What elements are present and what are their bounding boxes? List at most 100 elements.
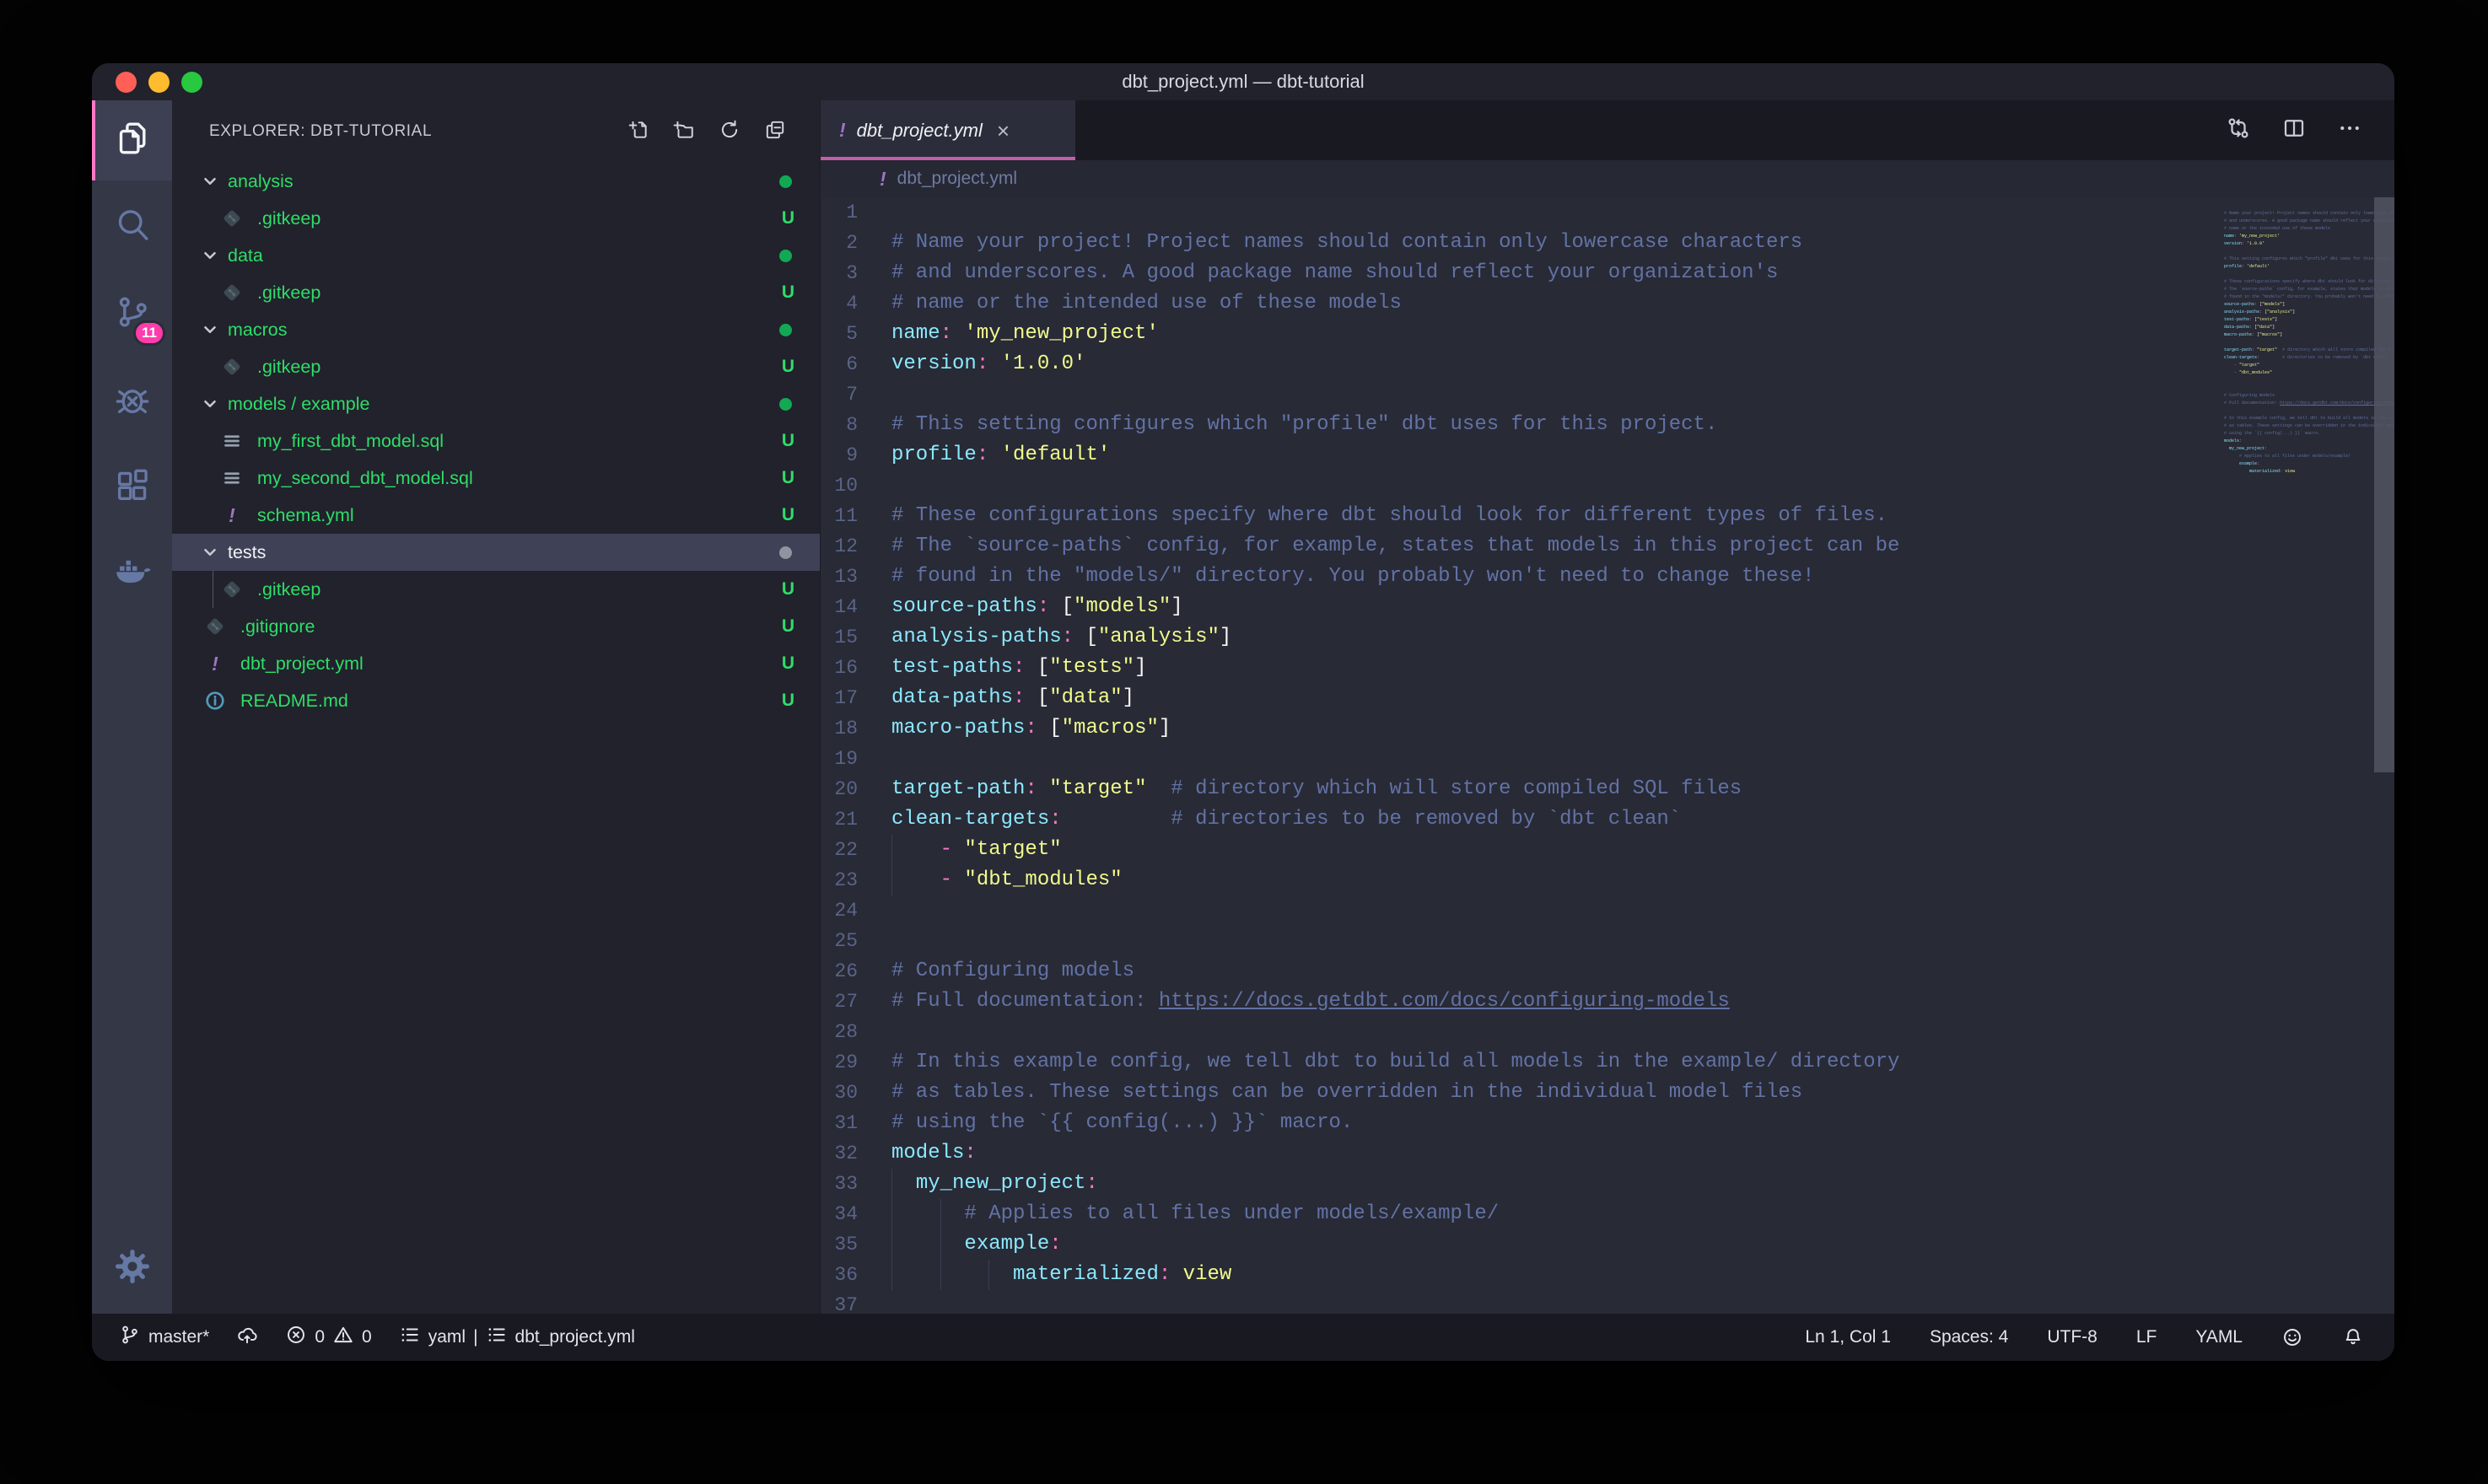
- breadcrumb-file[interactable]: dbt_project.yml: [897, 169, 1017, 189]
- git-branch-item[interactable]: master*: [119, 1324, 209, 1351]
- git-untracked-badge: U: [782, 579, 794, 600]
- tree-item--gitkeep[interactable]: .gitkeepU: [172, 274, 820, 311]
- tree-item-my-second-dbt-model-sql[interactable]: my_second_dbt_model.sqlU: [172, 460, 820, 497]
- line-number: 31: [821, 1108, 858, 1138]
- chevron-down-icon: [201, 395, 221, 413]
- tree-item-label: dbt_project.yml: [240, 653, 782, 675]
- git-untracked-badge: U: [782, 357, 794, 377]
- open-changes-icon[interactable]: [2226, 116, 2251, 145]
- tree-item-readme-md[interactable]: README.mdU: [172, 682, 820, 719]
- code-line-30: 30# as tables. These settings can be ove…: [821, 1078, 2170, 1108]
- tree-item-label: macros: [228, 320, 779, 341]
- cursor-position-item[interactable]: Ln 1, Col 1: [1805, 1327, 1891, 1347]
- tree-item--gitkeep[interactable]: .gitkeepU: [172, 200, 820, 237]
- language-mode-item[interactable]: YAML: [2195, 1327, 2243, 1347]
- notifications-bell-icon[interactable]: [2342, 1326, 2364, 1348]
- indentation-item[interactable]: Spaces: 4: [1930, 1327, 2008, 1347]
- code-editor[interactable]: 12# Name your project! Project names sho…: [821, 197, 2394, 1314]
- activity-extensions-button[interactable]: [92, 448, 172, 528]
- code-line-9: profile: 'default': [2190, 263, 2371, 271]
- folder-changes-dot: [779, 324, 792, 336]
- code-line-31: 31# using the `{{ config(...) }}` macro.: [821, 1108, 2170, 1138]
- more-actions-icon[interactable]: [2337, 116, 2362, 145]
- git-untracked-badge: U: [782, 431, 794, 451]
- code-line-3: # and underscores. A good package name s…: [2190, 218, 2371, 225]
- activity-settings-button[interactable]: [92, 1229, 172, 1309]
- breadcrumb[interactable]: ! dbt_project.yml: [821, 160, 2394, 197]
- line-number: 34: [821, 1199, 858, 1229]
- chevron-down-icon: [201, 246, 221, 265]
- tree-item-label: my_first_dbt_model.sql: [257, 431, 782, 452]
- feedback-smiley-icon[interactable]: [2281, 1326, 2303, 1348]
- tree-item-data[interactable]: data: [172, 237, 820, 274]
- tree-item-label: models / example: [228, 394, 779, 415]
- code-line-22: - "target": [2190, 362, 2371, 369]
- tab-bar: ! dbt_project.yml ×: [821, 100, 2394, 160]
- code-line-7: [2190, 248, 2371, 255]
- activity-debug-button[interactable]: [92, 361, 172, 441]
- code-line-12: 12# The `source-paths` config, for examp…: [821, 531, 2170, 562]
- code-line-22: 22 - "target": [821, 835, 2170, 865]
- error-icon: [285, 1324, 307, 1351]
- code-line-19: [2190, 339, 2371, 347]
- activity-explorer-button[interactable]: [92, 100, 172, 180]
- tree-item-dbt-project-yml[interactable]: !dbt_project.ymlU: [172, 645, 820, 682]
- file-tree: analysis.gitkeepUdata.gitkeepUmacros.git…: [172, 163, 820, 1314]
- code-line-3: 3# and underscores. A good package name …: [821, 258, 2170, 288]
- code-line-15: 15analysis-paths: ["analysis"]: [821, 622, 2170, 653]
- tree-item--gitkeep[interactable]: .gitkeepU: [172, 348, 820, 385]
- line-number: 26: [821, 956, 858, 987]
- eol-item[interactable]: LF: [2136, 1327, 2157, 1347]
- tree-item-schema-yml[interactable]: !schema.ymlU: [172, 497, 820, 534]
- tab-dbt-project-yml[interactable]: ! dbt_project.yml ×: [821, 100, 1075, 160]
- editor-scrollbar[interactable]: [2374, 197, 2394, 772]
- tree-item-my-first-dbt-model-sql[interactable]: my_first_dbt_model.sqlU: [172, 422, 820, 460]
- activity-docker-button[interactable]: [92, 535, 172, 615]
- code-line-4: # name or the intended use of these mode…: [2190, 225, 2371, 233]
- line-number: 23: [821, 865, 858, 895]
- git-untracked-badge: U: [782, 505, 794, 525]
- line-number: 24: [821, 895, 858, 926]
- split-editor-icon[interactable]: [2281, 116, 2307, 145]
- lang-indicator-label: yaml: [428, 1327, 466, 1347]
- sync-item[interactable]: [236, 1324, 258, 1351]
- tree-item-label: schema.yml: [257, 505, 782, 526]
- dbt-lang-item[interactable]: yaml | dbt_project.yml: [399, 1324, 635, 1351]
- line-number: 7: [821, 379, 858, 410]
- code-line-16: test-paths: ["tests"]: [2190, 316, 2371, 324]
- tree-item-tests[interactable]: tests: [172, 534, 820, 571]
- tree-item--gitignore[interactable]: .gitignoreU: [172, 608, 820, 645]
- code-line-10: [2190, 271, 2371, 278]
- line-number: 36: [821, 1260, 858, 1290]
- minimap[interactable]: # Name your project! Project names shoul…: [2184, 202, 2371, 483]
- git-untracked-badge: U: [782, 691, 794, 711]
- tree-item-analysis[interactable]: analysis: [172, 163, 820, 200]
- line-number: 9: [821, 440, 858, 470]
- code-line-37: [2190, 476, 2371, 483]
- close-tab-icon[interactable]: ×: [997, 120, 1010, 142]
- code-line-28: [2190, 407, 2371, 415]
- activity-search-button[interactable]: [92, 187, 172, 267]
- code-line-33: my_new_project:: [2190, 445, 2371, 453]
- problems-item[interactable]: 0 0: [285, 1324, 371, 1351]
- tree-item--gitkeep[interactable]: .gitkeepU: [172, 571, 820, 608]
- close-window-button[interactable]: [116, 72, 137, 93]
- encoding-item[interactable]: UTF-8: [2047, 1327, 2098, 1347]
- editor-group: ! dbt_project.yml × ! dbt_project.yml 12…: [820, 100, 2394, 1314]
- code-area[interactable]: 12# Name your project! Project names sho…: [821, 197, 2170, 1314]
- new-file-icon[interactable]: [627, 119, 649, 145]
- refresh-icon[interactable]: [719, 119, 740, 145]
- minimize-window-button[interactable]: [148, 72, 170, 93]
- line-number: 5: [821, 319, 858, 349]
- new-folder-icon[interactable]: [673, 119, 695, 145]
- code-line-23: - "dbt_modules": [2190, 369, 2371, 377]
- line-number: 28: [821, 1017, 858, 1047]
- line-number: 10: [821, 470, 858, 501]
- maximize-window-button[interactable]: [181, 72, 202, 93]
- folder-changes-dot: [779, 546, 792, 559]
- activity-source-control-button[interactable]: 11: [92, 274, 172, 354]
- collapse-all-icon[interactable]: [764, 119, 786, 145]
- tree-item-models-example[interactable]: models / example: [172, 385, 820, 422]
- git-file-icon: [221, 208, 243, 229]
- tree-item-macros[interactable]: macros: [172, 311, 820, 348]
